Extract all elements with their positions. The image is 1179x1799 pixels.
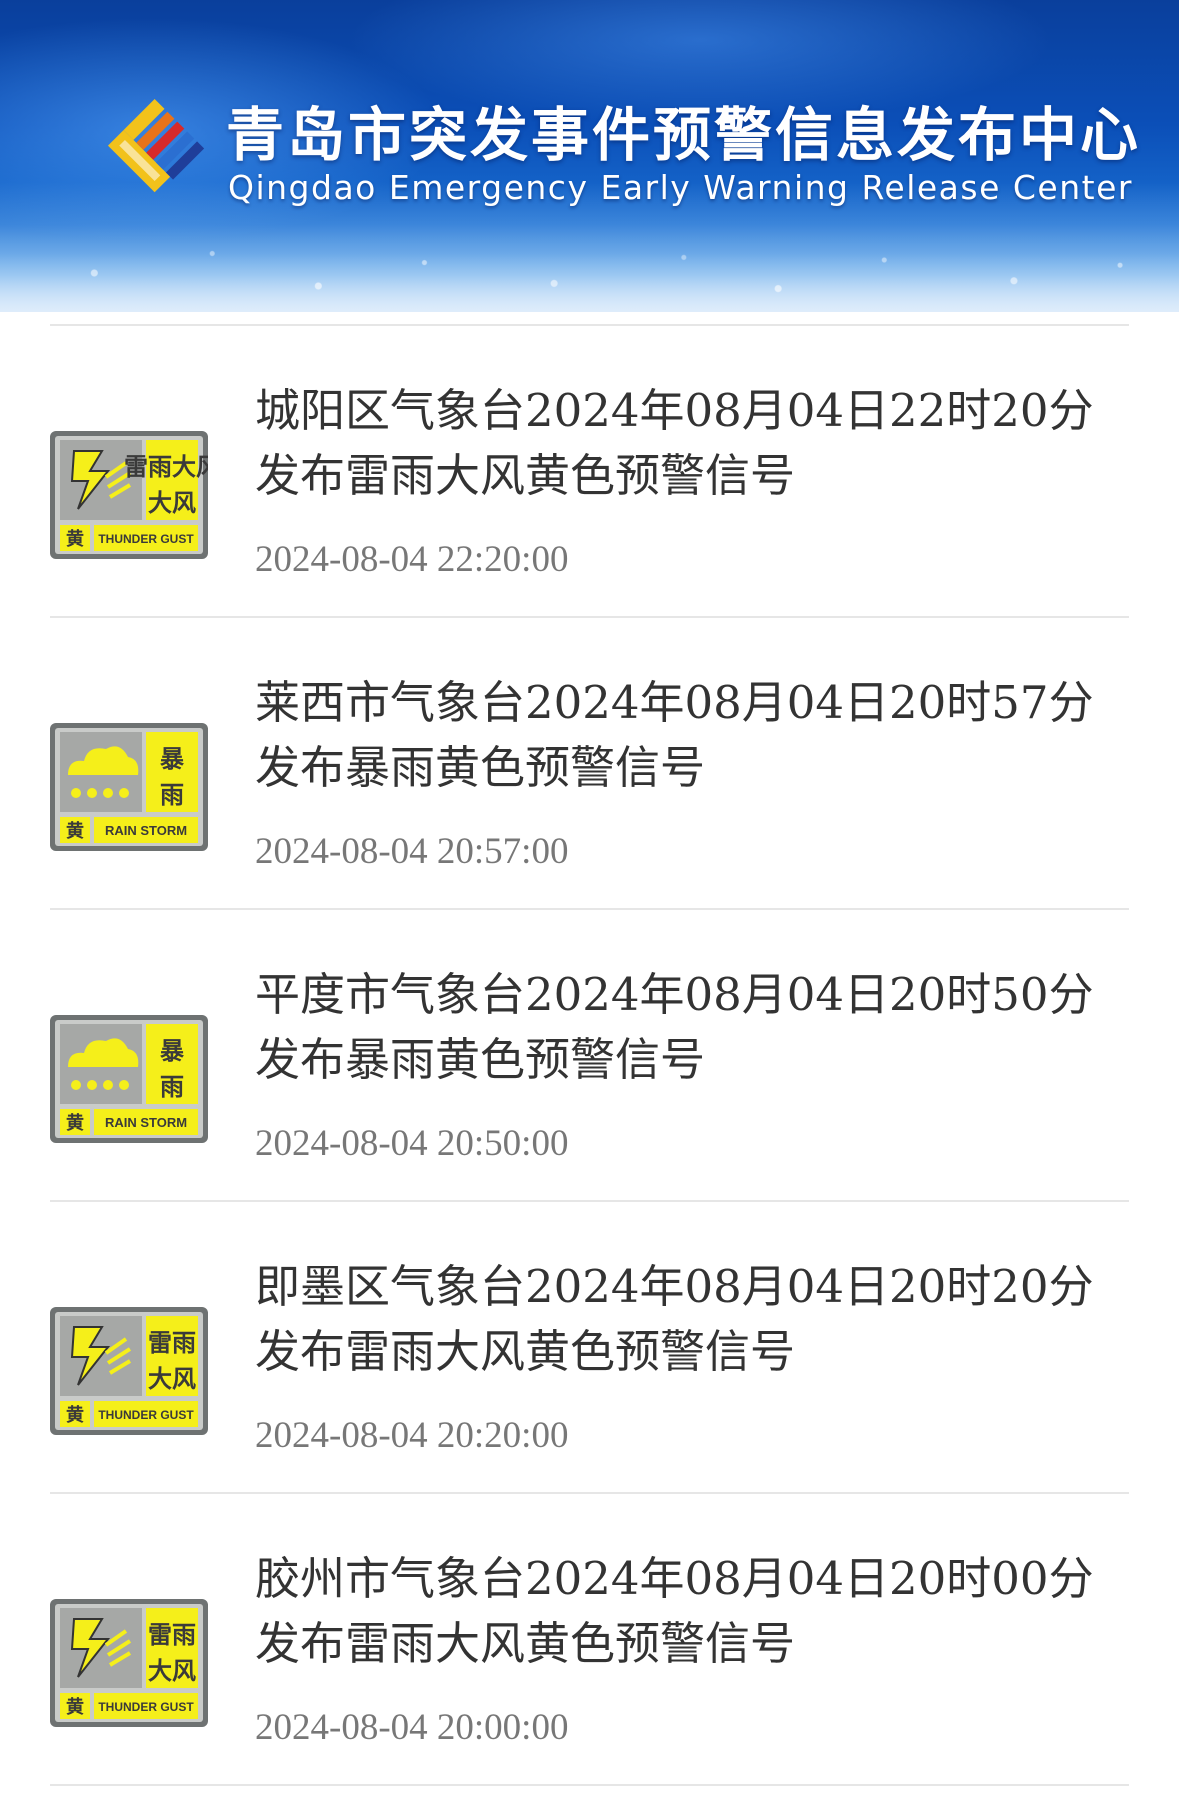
warning-time: 2024-08-04 20:20:00 <box>255 1415 569 1456</box>
warning-time: 2024-08-04 20:00:00 <box>255 1707 569 1748</box>
warning-title[interactable]: 平度市气象台2024年08月04日20时50分发布暴雨黄色预警信号 <box>255 962 1125 1092</box>
warning-title[interactable]: 城阳区气象台2024年08月04日22时20分发布雷雨大风黄色预警信号 <box>255 378 1125 508</box>
warning-title[interactable]: 即墨区气象台2024年08月04日20时20分发布雷雨大风黄色预警信号 <box>255 1254 1125 1384</box>
svg-text:THUNDER GUST: THUNDER GUST <box>98 1408 194 1422</box>
svg-text:雷雨: 雷雨 <box>148 1621 196 1649</box>
warning-list-item[interactable]: 雷雨大风 大风 黄 THUNDER GUST 城阳区气象台2024年08月04日… <box>50 326 1129 618</box>
svg-text:雨: 雨 <box>160 781 184 809</box>
qingdao-warning-center-logo-icon[interactable] <box>106 92 216 212</box>
warning-list-item[interactable]: 暴 雨 黄 RAIN STORM 莱西市气象台2024年08月04日20时57分… <box>50 618 1129 910</box>
svg-text:暴: 暴 <box>160 745 185 773</box>
warning-list: 雷雨大风 大风 黄 THUNDER GUST 城阳区气象台2024年08月04日… <box>0 324 1179 1786</box>
warning-time: 2024-08-04 20:50:00 <box>255 1123 569 1164</box>
svg-text:大风: 大风 <box>148 489 196 517</box>
rainstorm-yellow-icon: 暴 雨 黄 RAIN STORM <box>50 723 208 851</box>
svg-text:黄: 黄 <box>66 1112 84 1134</box>
svg-text:黄: 黄 <box>66 528 84 550</box>
svg-text:雨: 雨 <box>160 1073 184 1101</box>
svg-text:THUNDER GUST: THUNDER GUST <box>98 1700 194 1714</box>
svg-text:RAIN STORM: RAIN STORM <box>105 1115 187 1130</box>
warning-list-item[interactable]: 雷雨 大风 黄 THUNDER GUST 即墨区气象台2024年08月04日20… <box>50 1202 1129 1494</box>
svg-text:大风: 大风 <box>148 1657 196 1685</box>
svg-text:THUNDER GUST: THUNDER GUST <box>98 532 194 546</box>
warning-list-item[interactable]: 暴 雨 黄 RAIN STORM 平度市气象台2024年08月04日20时50分… <box>50 910 1129 1202</box>
svg-text:大风: 大风 <box>148 1365 196 1393</box>
thunder-gust-yellow-icon: 雷雨大风 大风 黄 THUNDER GUST <box>50 431 208 559</box>
thunder-gust-yellow-icon: 雷雨 大风 黄 THUNDER GUST <box>50 1599 208 1727</box>
warning-title[interactable]: 莱西市气象台2024年08月04日20时57分发布暴雨黄色预警信号 <box>255 670 1125 800</box>
svg-text:黄: 黄 <box>66 820 84 842</box>
site-title: 青岛市突发事件预警信息发布中心 <box>226 101 1142 169</box>
thunder-gust-yellow-icon: 雷雨 大风 黄 THUNDER GUST <box>50 1307 208 1435</box>
warning-time: 2024-08-04 22:20:00 <box>255 539 569 580</box>
svg-text:黄: 黄 <box>66 1404 84 1426</box>
svg-text:RAIN STORM: RAIN STORM <box>105 823 187 838</box>
rainstorm-yellow-icon: 暴 雨 黄 RAIN STORM <box>50 1015 208 1143</box>
site-subtitle: Qingdao Emergency Early Warning Release … <box>228 168 1133 207</box>
warning-list-item[interactable]: 雷雨 大风 黄 THUNDER GUST 胶州市气象台2024年08月04日20… <box>50 1494 1129 1786</box>
warning-title[interactable]: 胶州市气象台2024年08月04日20时00分发布雷雨大风黄色预警信号 <box>255 1546 1125 1676</box>
warning-time: 2024-08-04 20:57:00 <box>255 831 569 872</box>
svg-text:雷雨: 雷雨 <box>148 1329 196 1357</box>
header-banner: 青岛市突发事件预警信息发布中心 Qingdao Emergency Early … <box>0 0 1179 312</box>
svg-text:暴: 暴 <box>160 1037 185 1065</box>
icon-label-cn-1: 雷雨大风 <box>124 453 208 481</box>
svg-text:黄: 黄 <box>66 1696 84 1718</box>
